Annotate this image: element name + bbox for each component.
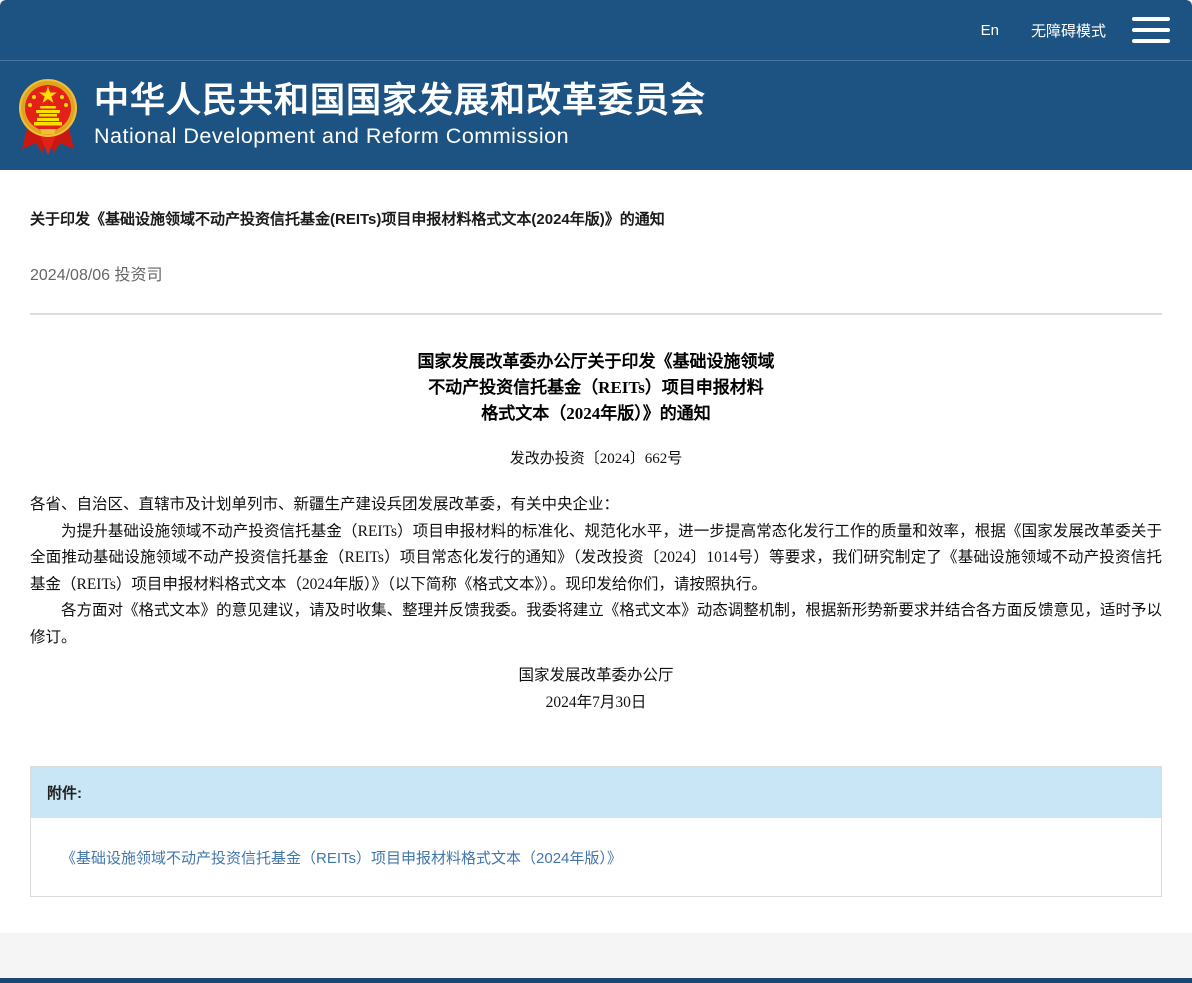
- china-national-emblem-icon[interactable]: [16, 77, 80, 159]
- attachment-header: 附件:: [31, 767, 1161, 818]
- document-title: 国家发展改革委办公厅关于印发《基础设施领域 不动产投资信托基金（REITs）项目…: [30, 349, 1162, 427]
- hamburger-bar: [1132, 17, 1170, 21]
- attachment-link[interactable]: 《基础设施领域不动产投资信托基金（REITs）项目申报材料格式文本（2024年版…: [61, 850, 622, 867]
- signature-block: 国家发展改革委办公厅 2024年7月30日: [30, 663, 1162, 716]
- signature-date: 2024年7月30日: [30, 690, 1162, 717]
- document-body: 各省、自治区、直辖市及计划单列市、新疆生产建设兵团发展改革委，有关中央企业： 为…: [30, 492, 1162, 651]
- english-link[interactable]: En: [981, 22, 999, 39]
- attachment-list: 《基础设施领域不动产投资信托基金（REITs）项目申报材料格式文本（2024年版…: [31, 818, 1161, 896]
- publish-date: 2024/08/06: [30, 267, 110, 284]
- top-utility-bar: En 无障碍模式: [0, 0, 1192, 60]
- hamburger-menu-icon[interactable]: [1132, 17, 1170, 43]
- article-content: 关于印发《基础设施领域不动产投资信托基金(REITs)项目申报材料格式文本(20…: [0, 208, 1192, 716]
- paragraph: 为提升基础设施领域不动产投资信托基金（REITs）项目申报材料的标准化、规范化水…: [30, 519, 1162, 599]
- hamburger-bar: [1132, 39, 1170, 43]
- publish-department: 投资司: [115, 267, 163, 284]
- document-title-line: 不动产投资信托基金（REITs）项目申报材料: [30, 375, 1162, 401]
- salutation: 各省、自治区、直辖市及计划单列市、新疆生产建设兵团发展改革委，有关中央企业：: [30, 492, 1162, 519]
- accessibility-mode-link[interactable]: 无障碍模式: [1031, 20, 1106, 41]
- paragraph: 各方面对《格式文本》的意见建议，请及时收集、整理并反馈我委。我委将建立《格式文本…: [30, 598, 1162, 651]
- divider: [30, 313, 1162, 315]
- footer-spacer: [0, 897, 1192, 933]
- page-title: 关于印发《基础设施领域不动产投资信托基金(REITs)项目申报材料格式文本(20…: [30, 208, 1162, 229]
- attachment-section: 附件: 《基础设施领域不动产投资信托基金（REITs）项目申报材料格式文本（20…: [30, 766, 1162, 897]
- document-title-line: 格式文本（2024年版）》的通知: [30, 401, 1162, 427]
- hamburger-bar: [1132, 28, 1170, 32]
- signature-org: 国家发展改革委办公厅: [30, 663, 1162, 690]
- document-number: 发改办投资〔2024〕662号: [30, 447, 1162, 468]
- page-footer: [0, 933, 1192, 983]
- org-name-en: National Development and Reform Commissi…: [94, 124, 706, 149]
- site-brand[interactable]: 中华人民共和国国家发展和改革委员会 National Development a…: [94, 82, 706, 149]
- document-title-line: 国家发展改革委办公厅关于印发《基础设施领域: [30, 349, 1162, 375]
- org-name-zh: 中华人民共和国国家发展和改革委员会: [94, 82, 706, 121]
- site-banner: 中华人民共和国国家发展和改革委员会 National Development a…: [0, 60, 1192, 170]
- article-meta: 2024/08/06 投资司: [30, 261, 1162, 285]
